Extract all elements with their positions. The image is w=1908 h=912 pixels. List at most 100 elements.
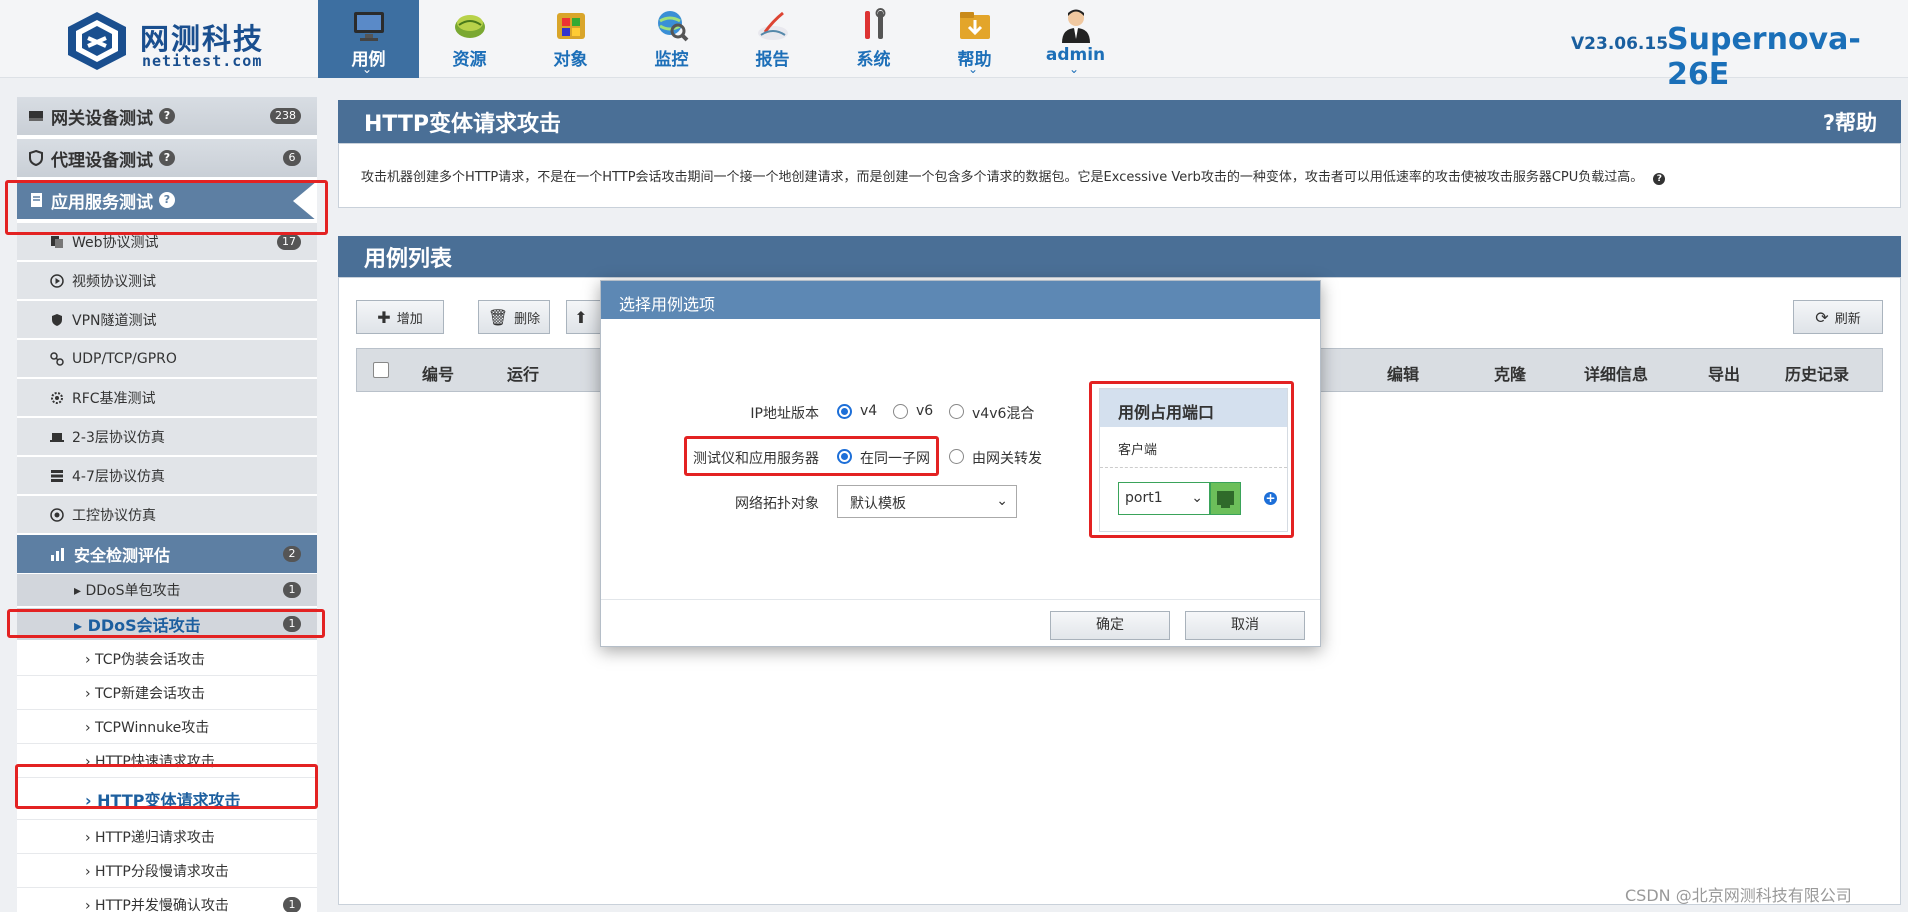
- same-subnet-radio[interactable]: [837, 449, 852, 464]
- sidebar-item-http-segmented-slow[interactable]: › HTTP分段慢请求攻击: [17, 854, 317, 888]
- product-name: Supernova-26E: [1667, 22, 1861, 92]
- sidebar-item-http-recursive-request[interactable]: › HTTP递归请求攻击: [17, 820, 317, 854]
- nav-label: 报告: [755, 50, 790, 70]
- gear-icon: [51, 391, 63, 404]
- help-icon[interactable]: ?: [159, 150, 175, 166]
- ip-version-label: IP地址版本: [750, 406, 819, 422]
- column-header-id[interactable]: 编号: [422, 361, 454, 385]
- delete-button[interactable]: 🗑 删除: [478, 300, 550, 334]
- sidebar-item-http-variant-request[interactable]: › HTTP变体请求攻击: [17, 778, 317, 820]
- select-all-checkbox[interactable]: [373, 362, 389, 378]
- logo: 网测科技 netitest.com: [64, 10, 274, 72]
- sidebar-item-video-protocol[interactable]: 视频协议测试: [17, 262, 317, 300]
- report-icon: [758, 11, 788, 40]
- help-icon[interactable]: ?: [159, 108, 175, 124]
- nav-reports[interactable]: 报告: [722, 0, 823, 78]
- sidebar-item-web-protocol[interactable]: Web协议测试 17: [17, 223, 317, 261]
- port-select[interactable]: port1 ⌄: [1118, 482, 1210, 515]
- ip-v6-radio[interactable]: [893, 404, 908, 419]
- description-text: 攻击机器创建多个HTTP请求，不是在一个HTTP会话攻击期间一个接一个地创建请求…: [361, 166, 1666, 185]
- ip-mixed-label[interactable]: v4v6混合: [972, 403, 1034, 423]
- sidebar-item-label: › TCPWinnuke攻击: [85, 719, 210, 736]
- sidebar-item-ddos-session[interactable]: ▸ DDoS会话攻击 1: [17, 608, 317, 641]
- ip-v4-radio[interactable]: [837, 404, 852, 419]
- sidebar-item-gateway-test[interactable]: 网关设备测试 ? 238: [17, 97, 317, 137]
- logo-text-en: netitest.com: [142, 52, 263, 70]
- help-circle-icon: ?: [1822, 110, 1835, 135]
- count-badge: 1: [283, 582, 301, 598]
- column-header-edit[interactable]: 编辑: [1387, 361, 1419, 385]
- sidebar-item-tcp-fake-session[interactable]: › TCP伪装会话攻击: [17, 642, 317, 676]
- gateway-forward-radio[interactable]: [949, 449, 964, 464]
- count-badge: 1: [283, 616, 301, 632]
- help-link-label: 帮助: [1835, 110, 1877, 135]
- shield-icon: [52, 313, 62, 326]
- nav-label: 监控: [654, 50, 689, 70]
- ip-mixed-radio[interactable]: [949, 404, 964, 419]
- sidebar-item-vpn-tunnel[interactable]: VPN隧道测试: [17, 301, 317, 339]
- cancel-button[interactable]: 取消: [1185, 611, 1305, 640]
- sidebar-item-l47-sim[interactable]: 4-7层协议仿真: [17, 457, 317, 495]
- add-button[interactable]: ✚ 增加: [356, 300, 444, 334]
- nav-label: 对象: [553, 50, 588, 70]
- column-header-history[interactable]: 历史记录: [1785, 361, 1849, 385]
- same-subnet-label[interactable]: 在同一子网: [860, 448, 930, 468]
- section-title: 用例列表: [364, 246, 453, 272]
- sidebar-item-label: RFC基准测试: [72, 390, 156, 407]
- topology-label: 测试仪和应用服务器: [693, 451, 819, 467]
- sidebar-item-label: 应用服务测试: [51, 192, 153, 213]
- sidebar-item-ics-sim[interactable]: 工控协议仿真: [17, 496, 317, 534]
- sidebar-item-l23-sim[interactable]: 2-3层协议仿真: [17, 418, 317, 456]
- refresh-button[interactable]: ⟳ 刷新: [1793, 300, 1883, 334]
- ip-v4-label[interactable]: v4: [860, 403, 877, 419]
- nav-resources[interactable]: 资源: [419, 0, 520, 78]
- sidebar-item-label: 视频协议测试: [72, 273, 156, 290]
- bar-chart-icon: [51, 548, 64, 561]
- sidebar-item-app-service-test[interactable]: 应用服务测试 ?: [17, 181, 317, 221]
- sidebar-item-http-fast-request[interactable]: › HTTP快速请求攻击: [17, 744, 317, 778]
- sidebar-item-rfc-benchmark[interactable]: RFC基准测试: [17, 379, 317, 417]
- object-icon: [557, 13, 585, 39]
- port-config-button[interactable]: [1210, 482, 1241, 515]
- nav-admin[interactable]: admin ⌄: [1025, 0, 1126, 78]
- ok-button[interactable]: 确定: [1050, 611, 1170, 640]
- top-bar: 网测科技 netitest.com 用例 ⌄ 资源 对象 监控 报告 系统 帮助…: [0, 0, 1908, 92]
- sidebar-item-label: Web协议测试: [72, 234, 159, 251]
- sidebar-item-security-eval[interactable]: 安全检测评估 2: [17, 535, 317, 573]
- column-header-details[interactable]: 详细信息: [1584, 361, 1648, 385]
- chevron-down-icon: ⌄: [968, 62, 979, 76]
- network-topology-select[interactable]: 默认模板 ⌄: [837, 485, 1017, 518]
- add-port-icon[interactable]: +: [1264, 492, 1277, 505]
- ip-v6-label[interactable]: v6: [916, 403, 933, 419]
- info-icon[interactable]: ?: [1653, 173, 1666, 185]
- tools-icon: [865, 8, 886, 39]
- sidebar-item-tcp-winnuke[interactable]: › TCPWinnuke攻击: [17, 710, 317, 744]
- nav-objects[interactable]: 对象: [520, 0, 621, 78]
- sidebar-item-udp-tcp[interactable]: UDP/TCP/GPRO: [17, 340, 317, 378]
- help-link[interactable]: ?帮助: [1823, 107, 1877, 137]
- sidebar-item-label: › HTTP并发慢确认攻击: [85, 897, 229, 912]
- import-button[interactable]: ⬆: [566, 300, 602, 334]
- sidebar-item-tcp-new-session[interactable]: › TCP新建会话攻击: [17, 676, 317, 710]
- column-header-clone[interactable]: 克隆: [1494, 361, 1526, 385]
- resource-icon: [455, 15, 485, 38]
- plus-icon: ✚: [377, 307, 391, 327]
- sidebar-item-proxy-test[interactable]: 代理设备测试 ? 6: [17, 139, 317, 179]
- nav-help[interactable]: 帮助 ⌄: [924, 0, 1025, 78]
- sidebar-item-label: 工控协议仿真: [72, 507, 156, 524]
- user-icon: [1062, 9, 1090, 43]
- laptop-icon: [50, 432, 64, 442]
- port-panel: 用例占用端口 客户端 port1 ⌄ +: [1099, 388, 1288, 532]
- sidebar-item-http-concurrent-slow-ack[interactable]: › HTTP并发慢确认攻击 1: [17, 888, 317, 912]
- help-icon[interactable]: ?: [159, 192, 175, 208]
- nav-monitor[interactable]: 监控: [621, 0, 722, 78]
- sidebar-item-label: UDP/TCP/GPRO: [72, 350, 177, 367]
- column-header-run[interactable]: 运行: [507, 361, 539, 385]
- sidebar-item-label: 4-7层协议仿真: [72, 468, 165, 485]
- column-header-export[interactable]: 导出: [1708, 361, 1740, 385]
- gateway-forward-label[interactable]: 由网关转发: [972, 448, 1042, 468]
- sidebar-item-ddos-single[interactable]: ▸ DDoS单包攻击 1: [17, 574, 317, 607]
- nav-system[interactable]: 系统: [823, 0, 924, 78]
- nav-cases[interactable]: 用例 ⌄: [318, 0, 419, 78]
- count-badge: 238: [270, 108, 301, 124]
